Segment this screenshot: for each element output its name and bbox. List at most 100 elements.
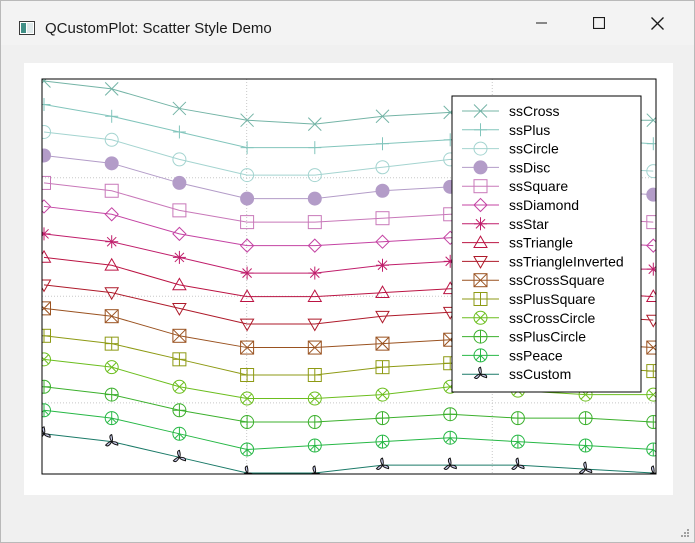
series-line xyxy=(43,409,654,450)
data-point xyxy=(104,434,119,447)
scatter-plot[interactable]: ssCross ssPlus ssCircle ssDisc ssSquare ssDia… xyxy=(24,63,673,495)
legend-marker xyxy=(473,329,488,344)
data-point xyxy=(646,137,656,151)
data-point xyxy=(240,141,254,155)
data-point xyxy=(645,314,656,328)
data-point xyxy=(42,227,51,241)
minimize-icon xyxy=(535,22,547,24)
app-window-icon xyxy=(19,21,35,35)
data-point xyxy=(307,368,322,382)
data-point xyxy=(104,411,119,426)
data-point xyxy=(104,309,119,324)
data-point xyxy=(307,289,323,302)
data-point xyxy=(375,360,390,375)
legend-label: ssDisc xyxy=(509,159,550,175)
data-point xyxy=(376,258,389,272)
data-point xyxy=(172,403,187,418)
data-point xyxy=(172,250,186,264)
data-point xyxy=(646,364,656,379)
data-point xyxy=(307,191,322,206)
legend-label: ssCrossSquare xyxy=(509,272,605,288)
data-point xyxy=(646,415,656,430)
legend-item[interactable]: ssCircle xyxy=(462,141,559,157)
data-point xyxy=(240,266,254,280)
data-point xyxy=(42,403,51,418)
data-point xyxy=(376,137,389,151)
data-point xyxy=(172,352,187,367)
legend-label: ssTriangle xyxy=(509,235,573,251)
resize-grip-icon[interactable] xyxy=(678,526,690,538)
maximize-icon xyxy=(592,17,605,29)
legend-label: ssStar xyxy=(509,216,549,232)
data-point xyxy=(42,79,51,88)
legend-item[interactable]: ssPeace xyxy=(462,347,563,363)
data-point xyxy=(42,328,51,343)
data-point xyxy=(105,235,119,249)
close-button[interactable] xyxy=(628,1,687,45)
legend-label: ssSquare xyxy=(509,178,568,194)
data-point xyxy=(42,98,51,112)
legend-marker xyxy=(474,217,487,231)
legend-label: ssPlusSquare xyxy=(509,291,596,307)
data-point xyxy=(42,301,51,316)
series-ssPeace xyxy=(42,403,656,457)
data-point xyxy=(308,141,322,155)
data-point xyxy=(511,457,525,470)
legend-label: ssPlusCircle xyxy=(509,329,586,345)
legend-item[interactable]: ssPlusCircle xyxy=(462,329,586,345)
close-icon xyxy=(651,16,664,30)
data-point xyxy=(375,411,390,426)
legend[interactable]: ssCross ssPlus ssCircle ssDisc ssSquare ssDia… xyxy=(451,95,642,393)
data-point xyxy=(375,457,390,470)
data-point xyxy=(104,81,119,96)
data-point xyxy=(172,328,187,343)
data-point xyxy=(510,411,525,426)
series-ssCustom xyxy=(42,426,656,474)
legend-item[interactable]: ssDiamond xyxy=(462,197,579,213)
data-point xyxy=(172,379,187,394)
series-line xyxy=(43,433,654,474)
legend-label: ssCircle xyxy=(509,141,559,157)
legend-label: ssPeace xyxy=(509,347,563,363)
legend-label: ssTriangleInverted xyxy=(509,253,624,269)
data-point xyxy=(578,461,593,474)
data-point xyxy=(104,360,119,375)
data-point xyxy=(42,124,51,139)
data-point xyxy=(578,411,593,426)
data-point xyxy=(375,183,390,198)
data-point xyxy=(307,415,322,430)
legend-label: ssCustom xyxy=(509,366,571,382)
legend-label: ssDiamond xyxy=(509,197,579,213)
data-point xyxy=(240,191,255,206)
legend-label: ssCrossCircle xyxy=(509,310,596,326)
minimize-button[interactable] xyxy=(512,1,571,45)
data-point xyxy=(307,318,323,332)
plot-widget[interactable]: ssCross ssPlus ssCircle ssDisc ssSquare ssDia… xyxy=(24,63,673,495)
data-point xyxy=(104,387,119,402)
data-point xyxy=(308,266,322,280)
data-point xyxy=(443,407,458,422)
data-point xyxy=(240,368,255,382)
data-point xyxy=(42,352,51,367)
maximize-button[interactable] xyxy=(569,1,628,45)
data-point xyxy=(172,125,186,139)
app-window: QCustomPlot: Scatter Style Demo ssCross s… xyxy=(0,0,695,543)
data-point xyxy=(42,379,51,394)
legend-marker xyxy=(473,160,488,175)
data-point xyxy=(42,426,51,438)
data-point xyxy=(104,156,119,171)
data-point xyxy=(42,148,51,163)
data-point xyxy=(240,415,255,430)
data-point xyxy=(172,101,187,116)
legend-label: ssPlus xyxy=(509,122,550,138)
data-point xyxy=(42,249,52,263)
window-title: QCustomPlot: Scatter Style Demo xyxy=(45,20,272,37)
legend-label: ssCross xyxy=(509,103,560,119)
data-point xyxy=(646,187,656,202)
data-point xyxy=(104,336,119,351)
title-bar[interactable]: QCustomPlot: Scatter Style Demo xyxy=(1,1,694,45)
data-point xyxy=(443,457,457,470)
data-point xyxy=(310,465,321,474)
data-point xyxy=(105,109,119,123)
data-point xyxy=(649,465,656,474)
